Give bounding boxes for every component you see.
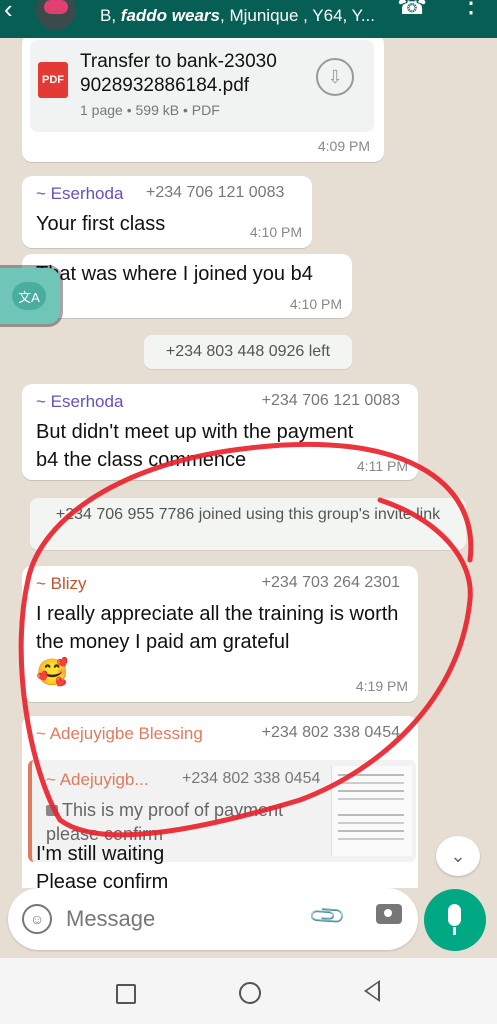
group-title[interactable]: B, faddo wears, Mjunique , Y64, Y... <box>100 6 375 26</box>
translate-bubble[interactable]: 文A <box>0 268 60 324</box>
system-message: +234 803 448 0926 left <box>144 335 352 369</box>
message-text: But didn't meet up with the payment b4 t… <box>36 421 354 471</box>
camera-icon[interactable] <box>376 904 402 924</box>
sender-name[interactable]: ~ Eserhoda <box>36 392 123 412</box>
message-bubble[interactable]: ~ Blizy +234 703 264 2301 I really appre… <box>22 566 418 702</box>
scroll-down-icon[interactable]: ⌄ <box>436 836 480 876</box>
home-icon[interactable] <box>239 982 261 1004</box>
emoji-icon[interactable]: ☺ <box>22 904 52 934</box>
pdf-filename: Transfer to bank-23030 9028932886184.pdf <box>80 51 277 96</box>
message-text: I really appreciate all the training is … <box>36 603 399 653</box>
sender-phone: +234 706 121 0083 <box>261 392 400 409</box>
back-arrow-icon[interactable]: ‹ <box>4 0 13 25</box>
chat-area[interactable]: PDF Transfer to bank-23030 9028932886184… <box>0 38 497 888</box>
message-time: 4:11 PM <box>356 458 408 474</box>
sender-phone: +234 706 121 0083 <box>146 184 285 201</box>
group-avatar[interactable] <box>36 0 76 30</box>
quoted-image-thumbnail <box>331 766 412 856</box>
sender-phone: +234 802 338 0454 <box>261 724 400 741</box>
more-icon[interactable]: ⋮ <box>457 0 485 19</box>
sender-name[interactable]: ~ Blizy <box>36 574 87 594</box>
message-bubble[interactable]: ~ Adejuyigbe Blessing +234 802 338 0454 … <box>22 716 418 888</box>
attach-icon[interactable]: 📎 <box>307 896 349 938</box>
message-bubble[interactable]: ~ Eserhoda +234 706 121 0083 But didn't … <box>22 384 418 480</box>
quoted-text: This is my proof of payment please confi… <box>46 800 284 844</box>
message-emoji: 🥰 <box>36 657 69 687</box>
message-text: I'm still waiting Please confirm <box>36 843 169 888</box>
recents-icon[interactable] <box>116 984 136 1004</box>
download-icon[interactable]: ⇩ <box>316 58 354 96</box>
pdf-meta: 1 page • 599 kB • PDF <box>80 102 220 118</box>
chat-header: ‹ B, faddo wears, Mjunique , Y64, Y... ☎… <box>0 0 497 38</box>
message-text: That was where I joined you b4 <box>36 263 313 285</box>
quoted-sender: ~ Adejuyigb... <box>46 770 149 789</box>
pdf-icon: PDF <box>38 62 68 98</box>
system-nav-bar <box>0 958 497 1024</box>
mic-icon[interactable] <box>424 889 486 951</box>
sender-name[interactable]: ~ Adejuyigbe Blessing <box>36 724 203 744</box>
message-bubble[interactable]: ~ Eserhoda +234 706 121 0083 Your first … <box>22 176 312 248</box>
image-icon <box>46 805 58 816</box>
back-icon[interactable] <box>364 980 380 1002</box>
message-bubble[interactable]: That was where I joined you b4 4:10 PM <box>22 254 352 318</box>
sender-name[interactable]: ~ Eserhoda <box>36 184 123 204</box>
translate-icon: 文A <box>12 282 46 310</box>
message-time: 4:19 PM <box>355 678 408 694</box>
message-time: 4:09 PM <box>317 138 370 154</box>
call-icon[interactable]: ☎ <box>397 0 427 21</box>
message-time: 4:10 PM <box>249 224 302 240</box>
message-time: 4:10 PM <box>289 296 342 312</box>
quoted-phone: +234 802 338 0454 <box>182 770 321 787</box>
message-input[interactable]: Message <box>66 906 155 932</box>
system-message: +234 706 955 7786 joined using this grou… <box>30 498 466 550</box>
pdf-card[interactable]: PDF Transfer to bank-23030 9028932886184… <box>30 40 374 132</box>
pdf-message[interactable]: PDF Transfer to bank-23030 9028932886184… <box>22 38 384 162</box>
message-text: Your first class <box>36 213 166 235</box>
sender-phone: +234 703 264 2301 <box>261 574 400 591</box>
message-composer[interactable]: ☺ Message 📎 <box>8 888 418 950</box>
